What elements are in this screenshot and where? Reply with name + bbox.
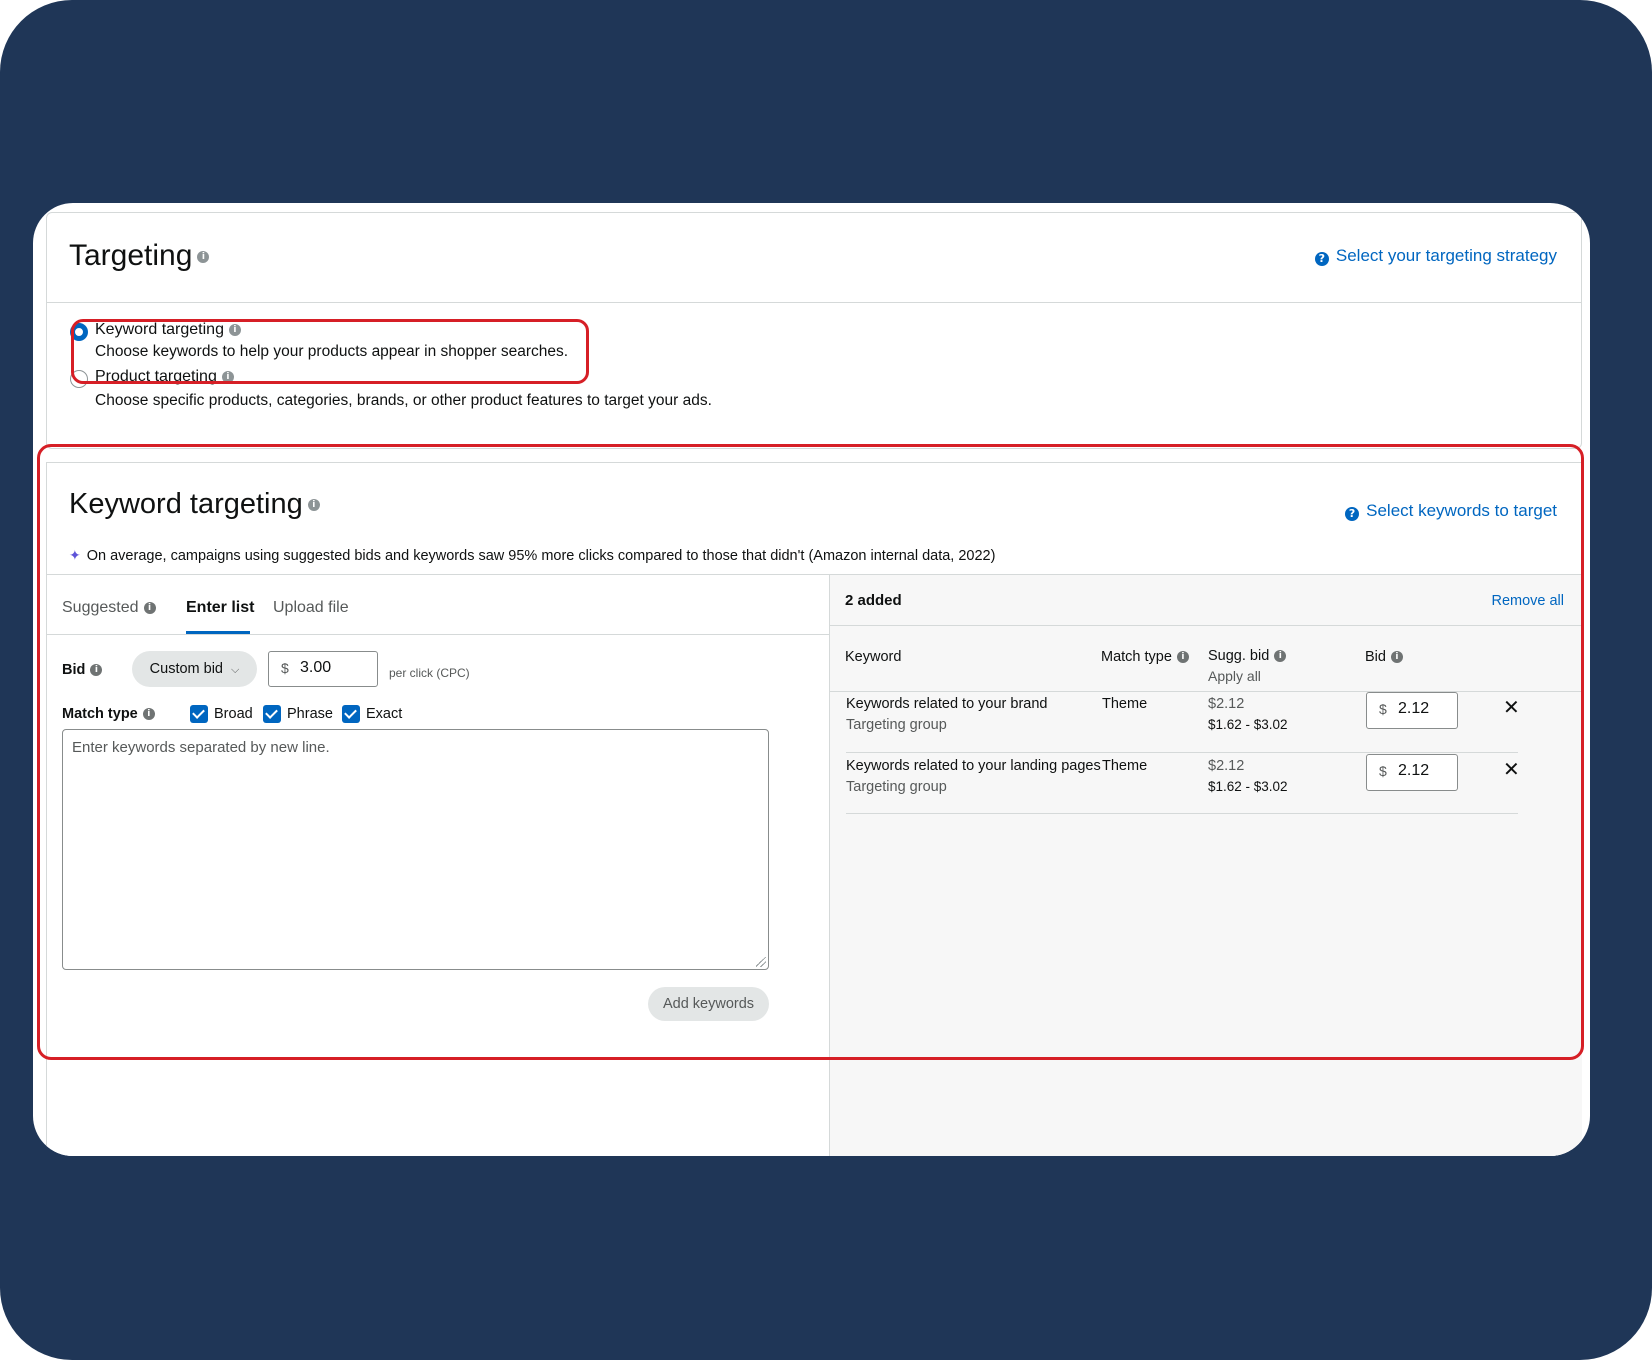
info-icon[interactable]: i [142,708,155,721]
row-bid-range: $1.62 - $3.02 [1208,779,1288,794]
bid-mode-dropdown[interactable]: Custom bid ⌵ [132,651,257,687]
currency-symbol: $ [281,660,289,676]
divider [830,691,1582,692]
keywords-placeholder: Enter keywords separated by new line. [72,739,330,756]
row-bid-value: 2.12 [1398,700,1430,717]
row-bid-input[interactable]: $ 2.12 [1366,692,1458,729]
background-frame: Targeting i ? Select your targeting strate… [0,0,1652,1360]
broad-checkbox[interactable] [190,705,208,723]
info-icon[interactable]: i [307,499,320,512]
bid-mode-value: Custom bid [149,661,223,677]
phrase-label: Phrase [287,706,333,722]
row-match-type: Theme [1102,696,1148,712]
resize-handle[interactable] [756,957,766,967]
divider [846,752,1518,753]
info-icon[interactable]: i [1176,651,1189,664]
row-keyword: Keywords related to your brand [846,696,1048,712]
highlight-box-keyword-option [71,319,589,384]
targeting-header: Targeting i ? Select your targeting strate… [47,213,1581,303]
column-header-sugg-bid-text: Sugg. bid [1208,648,1270,664]
help-icon: ? [1345,507,1360,521]
info-icon[interactable]: i [1390,651,1403,664]
select-keywords-link-text: Select keywords to target [1366,501,1557,520]
keyword-targeting-title-text: Keyword targeting [69,488,303,520]
row-bid-input[interactable]: $ 2.12 [1366,754,1458,791]
help-icon: ? [1314,252,1329,266]
product-targeting-description: Choose specific products, categories, br… [95,392,712,409]
row-group: Targeting group [846,717,947,733]
sparkle-icon: ✦ [69,547,81,563]
row-sugg-bid: $2.12 [1208,758,1245,774]
remove-row-icon[interactable]: ✕ [1503,695,1520,720]
keyword-targeting-panel: Keyword targeting i ? Select keywords to t… [46,462,1582,1156]
column-header-sugg-bid: Sugg. bid i [1208,648,1287,664]
remove-all-link[interactable]: Remove all [1491,593,1564,609]
keyword-targeting-title: Keyword targeting i [69,488,320,521]
broad-label: Broad [214,706,253,722]
divider [846,813,1518,814]
bid-label-text: Bid [62,662,86,678]
keywords-textarea[interactable]: Enter keywords separated by new line. [62,729,769,970]
targeting-title-text: Targeting [69,239,193,272]
exact-label: Exact [366,706,403,722]
info-icon[interactable]: i [90,664,103,677]
info-icon[interactable]: i [143,601,156,614]
row-keyword: Keywords related to your landing pages [846,758,1101,774]
tab-suggested-label: Suggested [62,599,139,616]
match-type-label: Match type i [62,706,155,722]
tab-upload-file[interactable]: Upload file [273,599,349,617]
phrase-checkbox[interactable] [263,705,281,723]
keyword-entry-section: Suggested i Enter list Upload file Bid i C… [47,575,829,1156]
campaign-card: Targeting i ? Select your targeting strate… [33,203,1590,1156]
row-bid-range: $1.62 - $3.02 [1208,717,1288,732]
added-keywords-section: 2 added Remove all Keyword Match type i S… [829,575,1582,1156]
added-header: 2 added Remove all [830,575,1582,626]
targeting-strategy-link[interactable]: ? Select your targeting strategy [1314,246,1557,266]
bid-value: 3.00 [300,659,332,676]
column-header-match-type-text: Match type [1101,649,1172,665]
column-header-bid: Bid i [1365,649,1403,665]
add-keywords-button[interactable]: Add keywords [648,987,769,1021]
row-group: Targeting group [846,779,947,795]
targeting-panel: Targeting i ? Select your targeting strate… [46,212,1582,449]
performance-note-text: On average, campaigns using suggested bi… [86,548,996,564]
targeting-strategy-link-text: Select your targeting strategy [1335,246,1557,265]
exact-checkbox[interactable] [342,705,360,723]
column-header-bid-text: Bid [1365,649,1386,665]
bid-unit: per click (CPC) [389,666,470,680]
row-bid-value: 2.12 [1398,762,1430,779]
performance-note: ✦ On average, campaigns using suggested b… [69,547,995,564]
bid-input[interactable]: $ 3.00 [268,651,378,687]
apply-all-link[interactable]: Apply all [1208,668,1261,684]
targeting-title: Targeting i [69,239,210,273]
info-icon[interactable]: i [197,251,210,264]
match-type-label-text: Match type [62,706,138,722]
bid-label: Bid i [62,662,103,678]
tab-enter-list[interactable]: Enter list [186,599,254,617]
divider [47,634,829,635]
currency-symbol: $ [1379,701,1387,717]
row-sugg-bid: $2.12 [1208,696,1245,712]
select-keywords-link[interactable]: ? Select keywords to target [1345,501,1557,521]
column-header-keyword: Keyword [845,649,902,665]
column-header-match-type: Match type i [1101,649,1189,665]
info-icon[interactable]: i [1274,650,1287,663]
currency-symbol: $ [1379,763,1387,779]
remove-row-icon[interactable]: ✕ [1503,757,1520,782]
chevron-down-icon: ⌵ [231,664,240,676]
row-match-type: Theme [1102,758,1148,774]
added-count: 2 added [845,592,902,609]
tab-suggested[interactable]: Suggested i [62,599,156,617]
